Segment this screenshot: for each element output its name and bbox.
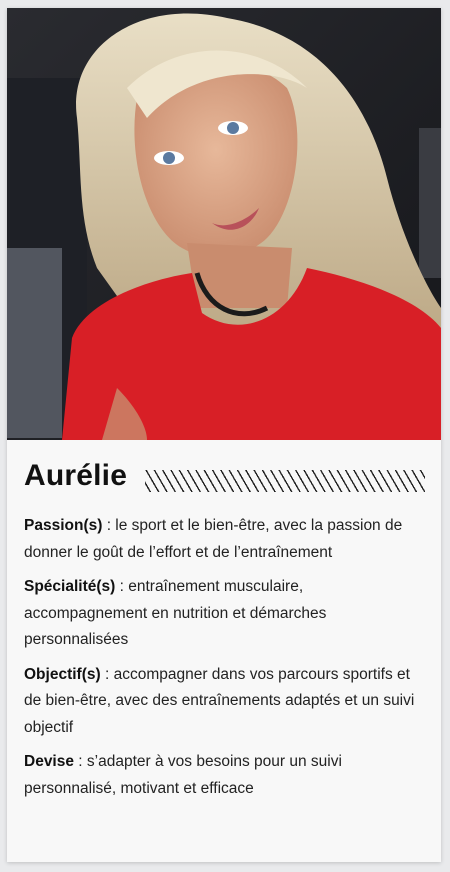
bio-item-specialite: Spécialité(s) : entraînement musculaire,…: [24, 574, 426, 654]
bio-item-label: Devise: [24, 753, 74, 770]
profile-card: Aurélie Passion(s) : le sport et le bien…: [7, 8, 441, 862]
name-row: Aurélie: [24, 458, 425, 498]
bio-item-label: Objectif(s): [24, 665, 101, 683]
bio-item-passion: Passion(s) : le sport et le bien-être, a…: [24, 513, 426, 566]
hatch-decoration: [145, 470, 425, 492]
bio-item-devise: Devise : s’adapter à vos besoins pour un…: [24, 749, 426, 802]
profile-bio: Passion(s) : le sport et le bien-être, a…: [24, 513, 426, 810]
bio-item-objectif: Objectif(s) : accompagner dans vos parco…: [24, 662, 426, 742]
profile-photo: [7, 8, 441, 440]
profile-name: Aurélie: [24, 459, 128, 492]
bio-item-label: Spécialité(s): [24, 578, 116, 595]
bio-item-label: Passion(s): [24, 517, 103, 534]
